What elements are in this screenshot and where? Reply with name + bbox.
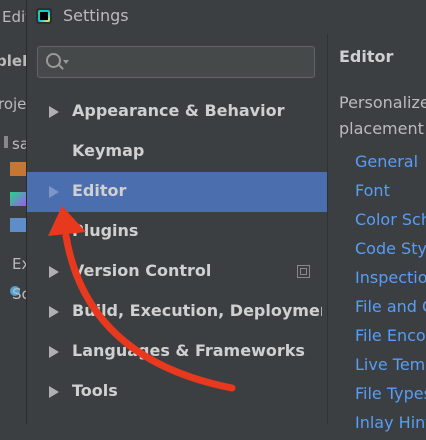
subpage-links: General Font Color Sch Code Sty Inspecti… [355,150,426,440]
tree-item-label: Editor [72,181,127,200]
tree-item-label: Languages & Frameworks [72,341,305,360]
link-color-scheme[interactable]: Color Sch [355,208,426,237]
tree-item-editor[interactable]: Editor [27,172,327,212]
tree-item-label: Version Control [72,261,212,280]
tree-item-languages-frameworks[interactable]: Languages & Frameworks [27,332,327,372]
tree-item-label: Appearance & Behavior [72,101,285,120]
tree-item-plugins[interactable]: Plugins [27,212,327,252]
search-icon[interactable] [46,53,61,68]
settings-tree-pane: Appearance & Behavior Keymap Editor Plug… [27,34,327,424]
link-inlay-hints[interactable]: Inlay Hint [355,411,426,440]
tree-item-build-execution-deployment[interactable]: Build, Execution, Deploymer [27,292,327,332]
link-inspections[interactable]: Inspection [355,266,426,295]
link-file-and-code-templates[interactable]: File and C [355,295,426,324]
link-live-templates[interactable]: Live Temp [355,353,426,382]
pycharm-app-icon [36,8,52,24]
content-title: Editor [339,47,394,66]
dialog-title: Settings [63,6,129,25]
project-scope-icon [297,265,310,278]
tree-item-label: Keymap [72,141,145,160]
description-line: placement a [339,119,426,138]
settings-dialog: Settings Appearance & Behavior Keymap Ed… [26,0,426,432]
folder-bar-icon [4,136,8,148]
content-description: Personalize placement a [339,90,426,142]
expand-arrow-icon[interactable] [49,346,59,358]
expand-arrow-icon[interactable] [49,386,59,398]
module-icon [10,192,26,206]
folder-icon [10,162,26,176]
expand-arrow-icon[interactable] [49,306,59,318]
search-input[interactable] [74,51,308,75]
tree-item-label: Tools [72,381,118,400]
link-file-encodings[interactable]: File Enco [355,324,426,353]
settings-content-pane: Editor Personalize placement a General F… [327,34,426,432]
class-icon [10,218,26,232]
tree-item-appearance-behavior[interactable]: Appearance & Behavior [27,92,327,132]
link-code-style[interactable]: Code Sty [355,237,426,266]
link-general[interactable]: General [355,150,426,179]
link-font[interactable]: Font [355,179,426,208]
link-file-types[interactable]: File Types [355,382,426,411]
tree-item-label: Build, Execution, Deploymer [72,301,322,320]
chevron-down-icon[interactable] [63,60,69,64]
expand-arrow-icon[interactable] [49,266,59,278]
description-line: Personalize [339,93,426,112]
tree-item-tools[interactable]: Tools [27,372,327,412]
tree-item-version-control[interactable]: Version Control [27,252,327,292]
expand-arrow-icon[interactable] [49,186,59,198]
settings-search[interactable] [37,46,315,78]
tree-item-label: Plugins [72,221,139,240]
expand-arrow-icon[interactable] [49,106,59,118]
tree-item-keymap[interactable]: Keymap [27,132,327,172]
dialog-titlebar[interactable]: Settings [27,0,426,34]
